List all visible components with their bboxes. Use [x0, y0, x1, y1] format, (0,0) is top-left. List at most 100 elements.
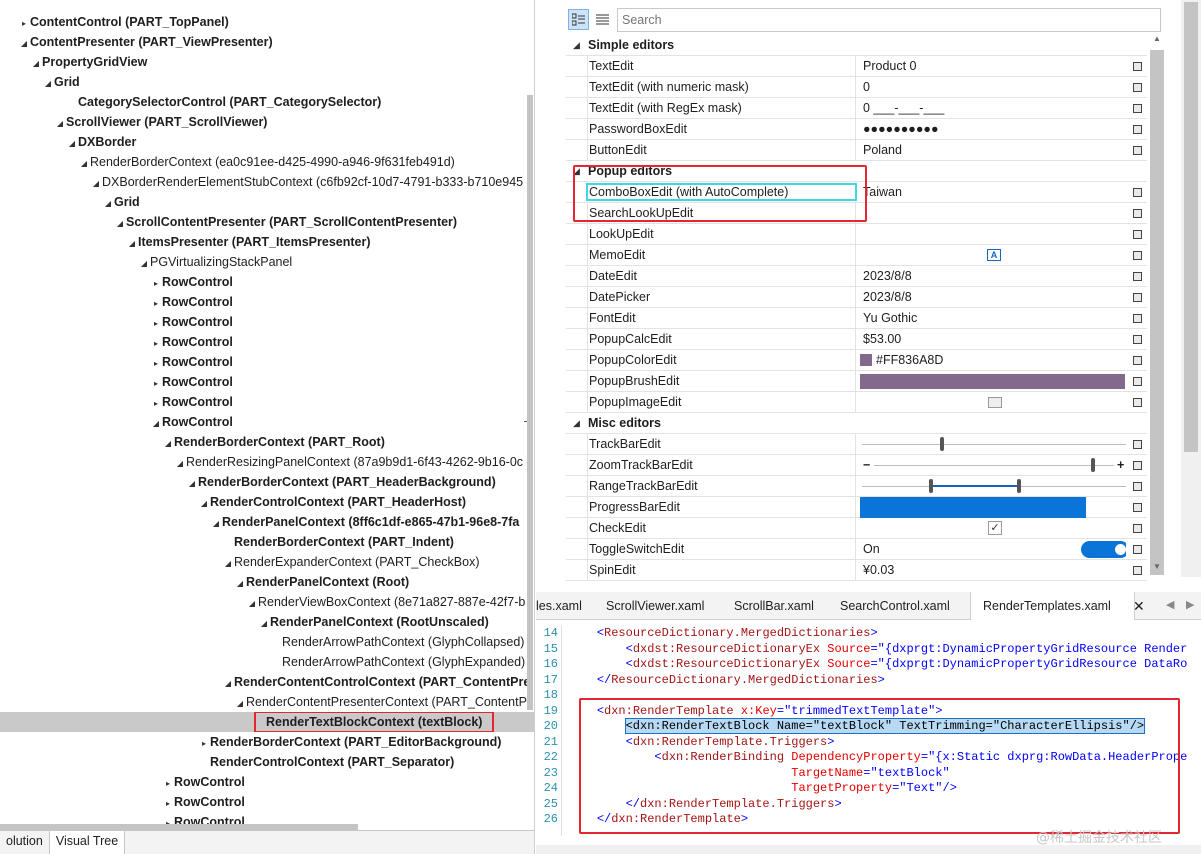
tree-node[interactable]: ◢ PropertyGridView: [0, 52, 534, 72]
property-value[interactable]: ●●●●●●●●●●: [860, 119, 1126, 140]
category-header[interactable]: ◢ Simple editors: [566, 35, 1147, 56]
file-tab[interactable]: SearchControl.xaml: [828, 592, 963, 620]
property-row[interactable]: PasswordBoxEdit ●●●●●●●●●●: [566, 119, 1147, 140]
tree-node[interactable]: ◢ ContentPresenter (PART_ViewPresenter): [0, 32, 534, 52]
collapse-arrow-icon[interactable]: ◢: [54, 114, 66, 132]
close-tab-icon[interactable]: ✕: [1133, 598, 1145, 615]
tree-node[interactable]: ◢ RenderPanelContext (8ff6c1df-e865-47b1-…: [0, 512, 534, 532]
collapse-arrow-icon[interactable]: ◢: [234, 694, 246, 712]
property-value[interactable]: [860, 392, 1126, 413]
collapse-arrow-icon[interactable]: ◢: [162, 434, 174, 452]
collapse-arrow-icon[interactable]: ◢: [126, 234, 138, 252]
property-marker-icon[interactable]: [1133, 356, 1142, 365]
collapse-arrow-icon[interactable]: ◢: [102, 194, 114, 212]
property-row[interactable]: CheckEdit ✓: [566, 518, 1147, 539]
collapse-arrow-icon[interactable]: ◢: [222, 674, 234, 692]
property-value[interactable]: On: [860, 539, 1126, 560]
file-tab[interactable]: ScrollBar.xaml: [722, 592, 822, 620]
tree-node[interactable]: ◢ RenderBorderContext (PART_Root): [0, 432, 534, 452]
property-marker-icon[interactable]: [1133, 62, 1142, 71]
property-value[interactable]: [860, 476, 1126, 497]
tree-node[interactable]: ◢ Grid: [0, 72, 534, 92]
property-marker-icon[interactable]: [1133, 230, 1142, 239]
property-row[interactable]: TextEdit (with RegEx mask) 0 ___-___-___: [566, 98, 1147, 119]
collapse-arrow-icon[interactable]: ◢: [90, 174, 102, 192]
tree-node[interactable]: ◢ RenderPanelContext (RootUnscaled): [0, 612, 534, 632]
property-marker-icon[interactable]: [1133, 461, 1142, 470]
tree-node[interactable]: ▸RowControl: [0, 352, 534, 372]
trackbar-thumb[interactable]: [940, 437, 944, 451]
tree-node[interactable]: ◢ ScrollContentPresenter (PART_ScrollCont…: [0, 212, 534, 232]
collapse-arrow-icon[interactable]: ◢: [210, 514, 222, 532]
property-value[interactable]: 0 ___-___-___: [860, 98, 1126, 119]
property-grid-scrollbar[interactable]: [1150, 50, 1164, 575]
property-value[interactable]: Yu Gothic: [860, 308, 1126, 329]
search-input[interactable]: [617, 8, 1161, 32]
tree-node[interactable]: ▸RowControl: [0, 372, 534, 392]
expand-arrow-icon[interactable]: ▸: [150, 314, 162, 332]
scroll-tabs-left-icon[interactable]: ◀: [1166, 598, 1174, 611]
property-value[interactable]: 2023/8/8: [860, 266, 1126, 287]
tree-node[interactable]: ◢ RowControl: [0, 412, 534, 432]
tree-node[interactable]: RenderArrowPathContext (GlyphExpanded): [0, 652, 534, 672]
memo-icon[interactable]: A: [987, 249, 1001, 261]
tree-node[interactable]: RenderBorderContext (PART_Indent): [0, 532, 534, 552]
expand-arrow-icon[interactable]: ▸: [150, 294, 162, 312]
file-tab[interactable]: ScrollViewer.xaml: [594, 592, 714, 620]
tree-node[interactable]: ▸RowControl: [0, 792, 534, 812]
alphabetical-view-button[interactable]: [592, 9, 613, 30]
tree-node[interactable]: ◢ RenderResizingPanelContext (87a9b9d1-6f…: [0, 452, 534, 472]
code-text[interactable]: </ResourceDictionary.MergedDictionaries>: [568, 673, 885, 687]
expand-arrow-icon[interactable]: ▸: [150, 274, 162, 292]
file-tab[interactable]: RenderTemplates.xaml: [970, 592, 1135, 620]
property-value[interactable]: [860, 497, 1126, 518]
expand-arrow-icon[interactable]: ▸: [150, 394, 162, 412]
tree-node[interactable]: CategorySelectorControl (PART_CategorySe…: [0, 92, 534, 112]
tree-node[interactable]: ◢ RenderContentControlContext (PART_Conte…: [0, 672, 534, 692]
bottom-tab[interactable]: olution: [0, 831, 50, 854]
collapse-arrow-icon[interactable]: ◢: [42, 74, 54, 92]
property-marker-icon[interactable]: [1133, 503, 1142, 512]
collapse-arrow-icon[interactable]: ◢: [78, 154, 90, 172]
expand-arrow-icon[interactable]: ▸: [198, 734, 210, 752]
property-value[interactable]: [860, 434, 1126, 455]
collapse-arrow-icon[interactable]: ◢: [186, 474, 198, 492]
collapse-arrow-icon[interactable]: ◢: [174, 454, 186, 472]
tree-node[interactable]: ◢ Grid: [0, 192, 534, 212]
collapse-arrow-icon[interactable]: ◢: [573, 413, 580, 434]
property-row[interactable]: MemoEdit A: [566, 245, 1147, 266]
code-text[interactable]: <dxdst:ResourceDictionaryEx Source="{dxp…: [568, 657, 1188, 671]
tree-node[interactable]: ▸RowControl: [0, 332, 534, 352]
property-value[interactable]: − +: [860, 455, 1126, 476]
property-row[interactable]: TextEdit Product 0: [566, 56, 1147, 77]
expand-arrow-icon[interactable]: ▸: [18, 14, 30, 32]
code-line[interactable]: 17 </ResourceDictionary.MergedDictionari…: [536, 673, 885, 689]
property-row[interactable]: DateEdit 2023/8/8: [566, 266, 1147, 287]
property-row[interactable]: SpinEdit ¥0.03: [566, 560, 1147, 581]
collapse-arrow-icon[interactable]: ◢: [573, 35, 580, 56]
tree-node[interactable]: ▸ ContentControl (PART_TopPanel): [0, 12, 534, 32]
zoom-in-icon[interactable]: +: [1117, 455, 1124, 475]
property-row[interactable]: ButtonEdit Poland: [566, 140, 1147, 161]
property-value[interactable]: Taiwan: [860, 182, 1126, 203]
tree-node[interactable]: ◢ RenderContentPresenterContext (PART_Con…: [0, 692, 534, 712]
property-row[interactable]: TrackBarEdit: [566, 434, 1147, 455]
code-line[interactable]: 16 <dxdst:ResourceDictionaryEx Source="{…: [536, 657, 1188, 673]
code-text[interactable]: <dxdst:ResourceDictionaryEx Source="{dxp…: [568, 642, 1188, 656]
property-row[interactable]: LookUpEdit: [566, 224, 1147, 245]
property-row[interactable]: ProgressBarEdit: [566, 497, 1147, 518]
property-row[interactable]: PopupBrushEdit: [566, 371, 1147, 392]
property-marker-icon[interactable]: [1133, 188, 1142, 197]
property-marker-icon[interactable]: [1133, 83, 1142, 92]
property-row[interactable]: TextEdit (with numeric mask) 0: [566, 77, 1147, 98]
collapse-arrow-icon[interactable]: ◢: [66, 134, 78, 152]
tree-node[interactable]: ▸RowControl: [0, 772, 534, 792]
tree-node[interactable]: ◢ RenderBorderContext (PART_HeaderBackgro…: [0, 472, 534, 492]
tree-node[interactable]: ◢ RenderExpanderContext (PART_CheckBox): [0, 552, 534, 572]
tree-node[interactable]: ◢ ItemsPresenter (PART_ItemsPresenter): [0, 232, 534, 252]
bottom-tab[interactable]: Visual Tree: [49, 831, 126, 854]
property-value[interactable]: [860, 224, 1126, 245]
tree-node[interactable]: ▸RowControl: [0, 312, 534, 332]
property-marker-icon[interactable]: [1133, 104, 1142, 113]
checkbox[interactable]: ✓: [988, 521, 1002, 535]
